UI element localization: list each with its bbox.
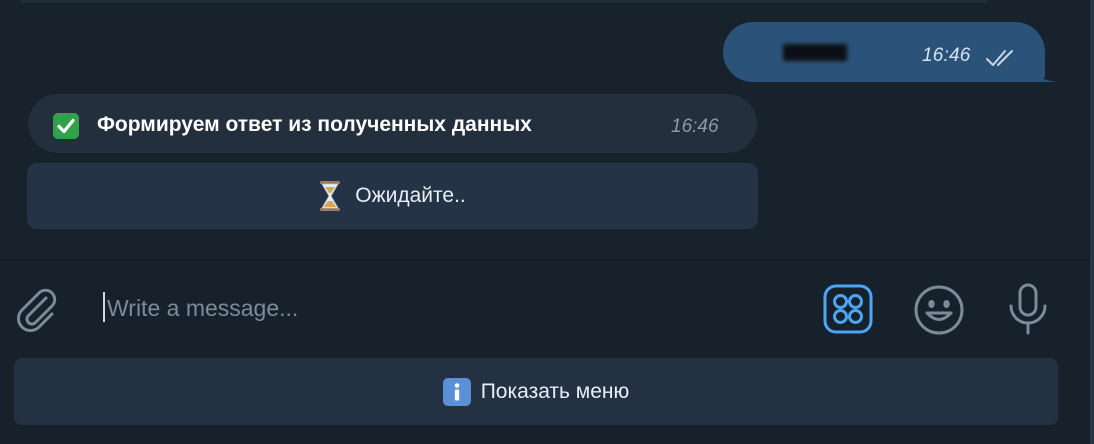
redacted-message-text <box>783 44 847 61</box>
hourglass-emoji <box>320 181 341 211</box>
inline-wait-button[interactable]: Ожидайте.. <box>27 163 758 229</box>
double-check-icon <box>986 50 1013 66</box>
show-menu-button-label: Показать меню <box>480 379 630 403</box>
window-edge <box>1090 0 1094 444</box>
outgoing-bubble-tail <box>1030 66 1058 82</box>
smile-icon[interactable] <box>913 284 965 336</box>
inline-wait-button-label: Ожидайте.. <box>355 184 466 207</box>
outgoing-message-time: 16:46 <box>922 45 971 66</box>
incoming-message-text: Формируем ответ из полученных данных <box>97 113 532 136</box>
text-caret <box>103 292 105 322</box>
previous-message-edge <box>20 0 988 3</box>
paperclip-icon[interactable] <box>12 284 58 332</box>
show-menu-button[interactable]: Показать меню <box>14 358 1058 425</box>
incoming-message-time: 16:46 <box>671 116 719 137</box>
bot-commands-icon[interactable] <box>823 284 873 334</box>
chat-window: 16:46 Формируем ответ из полученных данн… <box>0 0 1094 444</box>
info-emoji <box>442 377 471 406</box>
microphone-icon[interactable] <box>1006 282 1050 336</box>
check-mark-emoji <box>53 113 79 139</box>
message-input[interactable] <box>107 290 787 326</box>
